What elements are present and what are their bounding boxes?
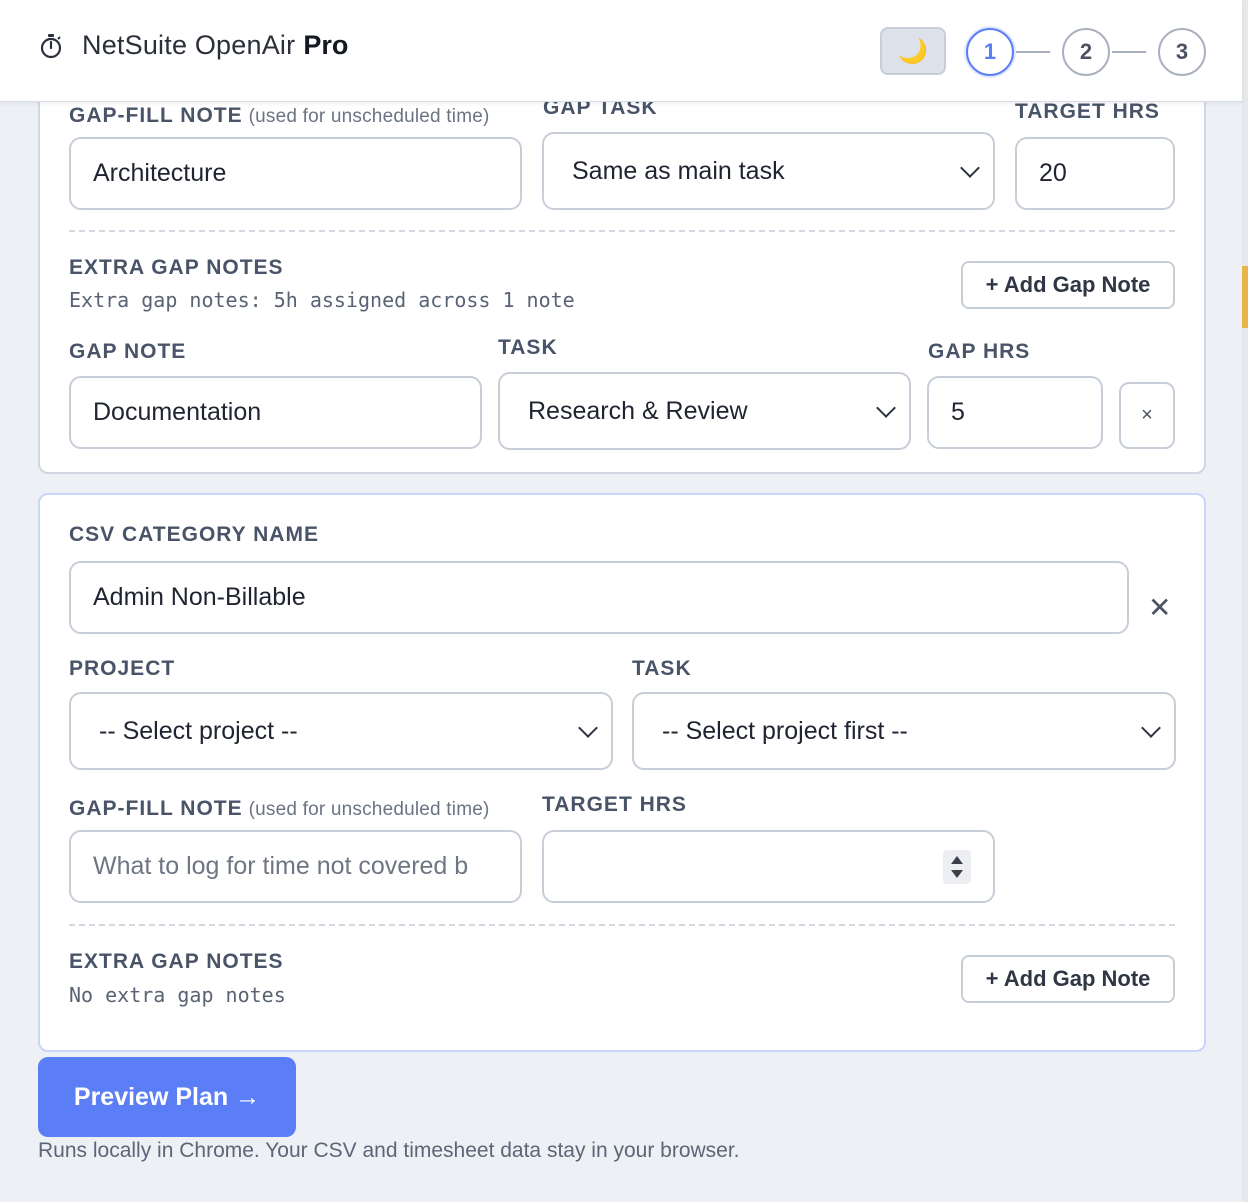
target-hrs-label: TARGET HRS [1015,100,1160,123]
target-hrs-input[interactable]: 20 [1015,137,1175,210]
step-1-indicator[interactable]: 1 [966,28,1014,76]
step-3-indicator[interactable]: 3 [1158,28,1206,76]
remove-category-button[interactable]: ✕ [1148,591,1171,624]
preview-plan-button[interactable]: Preview Plan → [38,1057,296,1137]
brand: NetSuite OpenAir Pro [38,30,348,61]
app-edition: Pro [303,30,349,60]
chevron-down-icon [1141,718,1161,738]
chevron-down-icon [578,718,598,738]
step-connector [1112,51,1146,53]
stopwatch-icon [40,33,62,58]
csv-category-name-input[interactable]: Admin Non-Billable [69,561,1129,634]
category-card-2: CSV CATEGORY NAME Admin Non-Billable ✕ P… [38,493,1206,1052]
add-gap-note-button[interactable]: + Add Gap Note [961,955,1175,1003]
gap-note-task-select[interactable]: Research & Review [498,372,911,450]
close-icon: × [1141,404,1153,426]
window-edge [1242,0,1248,1202]
chevron-down-icon [876,398,896,418]
chevron-down-icon [960,158,980,178]
gap-hrs-label: GAP HRS [928,340,1031,363]
extra-gap-notes-label: EXTRA GAP NOTES [69,256,284,279]
category-card-1: GAP-FILL NOTE (used for unscheduled time)… [38,60,1206,474]
gap-fill-note-input[interactable]: What to log for time not covered b [69,830,522,903]
project-select[interactable]: -- Select project -- [69,692,613,770]
divider [69,924,1175,926]
step-2-indicator[interactable]: 2 [1062,28,1110,76]
gap-fill-note-input[interactable]: Architecture [69,137,522,210]
task-label: TASK [498,336,558,359]
extra-gap-notes-label: EXTRA GAP NOTES [69,950,284,973]
csv-category-name-label: CSV CATEGORY NAME [69,523,319,546]
task-select[interactable]: -- Select project first -- [632,692,1176,770]
target-hrs-label: TARGET HRS [542,793,687,816]
moon-icon: 🌙 [898,37,928,65]
edge-highlight [1242,266,1248,328]
gap-hrs-input[interactable]: 5 [927,376,1103,449]
gap-note-label: GAP NOTE [69,340,187,363]
app-name: NetSuite OpenAir [82,30,296,60]
add-gap-note-button[interactable]: + Add Gap Note [961,261,1175,309]
number-stepper[interactable] [943,849,971,884]
gap-fill-note-label: GAP-FILL NOTE (used for unscheduled time) [69,797,490,820]
divider [69,230,1175,232]
close-icon: ✕ [1148,592,1172,623]
extra-gap-notes-summary: Extra gap notes: 5h assigned across 1 no… [69,288,575,312]
task-label: TASK [632,657,692,680]
theme-toggle-button[interactable]: 🌙 [880,27,946,75]
gap-fill-note-label: GAP-FILL NOTE (used for unscheduled time) [69,104,490,127]
gap-task-select[interactable]: Same as main task [542,132,995,210]
remove-gap-note-button[interactable]: × [1119,382,1175,449]
target-hrs-input[interactable] [542,830,995,903]
privacy-note: Runs locally in Chrome. Your CSV and tim… [38,1139,740,1162]
project-label: PROJECT [69,657,176,680]
extra-gap-notes-summary: No extra gap notes [69,983,286,1007]
gap-note-input[interactable]: Documentation [69,376,482,449]
step-connector [1016,51,1050,53]
app-header: NetSuite OpenAir Pro 🌙 1 2 3 [0,0,1242,102]
